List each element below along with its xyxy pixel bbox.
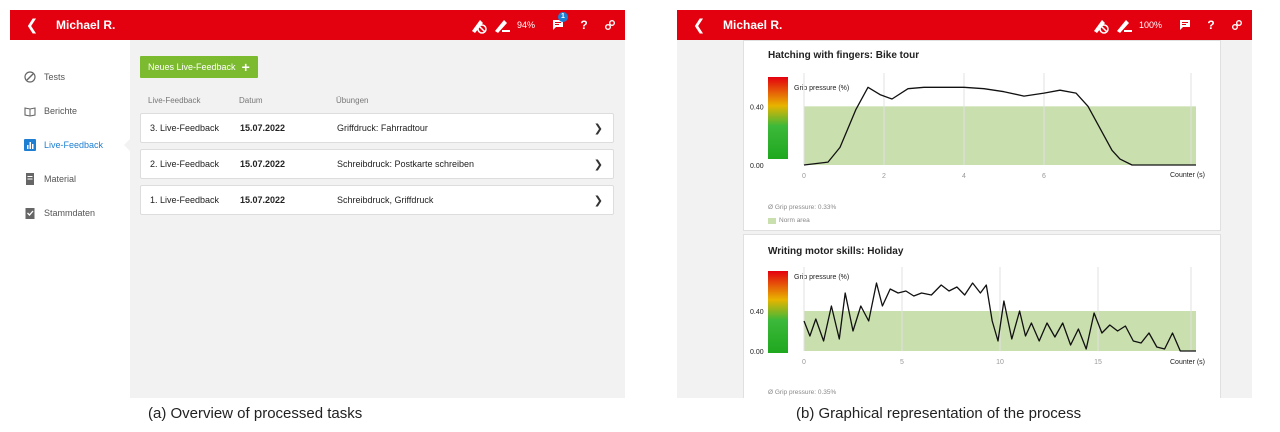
row-label: 2. Live-Feedback [150, 159, 220, 169]
top-bar: ❮ Michael R. 94% 1 ? [10, 10, 625, 40]
link-icon [605, 20, 615, 30]
link-icon [1232, 20, 1242, 30]
caption-a: (a) Overview of processed tasks [148, 405, 363, 422]
messages-button[interactable] [1174, 10, 1196, 40]
y-tick-label: 0.00 [750, 349, 764, 356]
plus-icon: + [241, 59, 250, 75]
sidebar-item-stammdaten[interactable]: Stammdaten [10, 196, 130, 230]
sidebar: Tests Berichte Live-Feedback Material St… [10, 40, 131, 398]
row-date: 15.07.2022 [240, 123, 286, 133]
sidebar-item-label: Stammdaten [44, 208, 96, 218]
column-header-date: Datum [239, 96, 263, 105]
y-axis-label: Grip pressure (%) [794, 274, 849, 281]
clipboard-icon [25, 208, 35, 219]
settings-button[interactable] [599, 10, 621, 40]
row-exercise: Schreibdruck, Griffdruck [337, 195, 434, 205]
norm-area [804, 106, 1196, 165]
chart-title: Hatching with fingers: Bike tour [768, 50, 920, 61]
sidebar-item-material[interactable]: Material [10, 162, 130, 196]
x-tick-label: 2 [882, 173, 886, 180]
x-tick-label: 5 [900, 359, 904, 366]
sidebar-item-live-feedback[interactable]: Live-Feedback [10, 128, 131, 162]
caption-b: (b) Graphical representation of the proc… [796, 405, 1082, 422]
overview-screen: ❮ Michael R. 94% 1 ? Tests Berichte Live… [10, 10, 625, 398]
row-date: 15.07.2022 [240, 195, 286, 205]
legend-label: Norm area [779, 217, 810, 224]
sidebar-item-label: Live-Feedback [44, 140, 104, 150]
x-tick-label: 10 [996, 359, 1004, 366]
sidebar-item-label: Tests [44, 72, 66, 82]
row-exercise: Schreibdruck: Postkarte schreiben [337, 159, 475, 169]
user-name: Michael R. [56, 18, 116, 32]
messages-button[interactable]: 1 [547, 10, 569, 40]
back-icon[interactable]: ❮ [20, 10, 44, 40]
chevron-right-icon: ❯ [593, 158, 603, 171]
book-icon [24, 107, 36, 117]
chart-card-bike-tour: Hatching with fingers: Bike tour Grip pr… [743, 40, 1221, 231]
table-row[interactable]: 1. Live-Feedback 15.07.2022 Schreibdruck… [140, 185, 614, 215]
x-axis-label: Counter (s) [1170, 172, 1205, 179]
pen-battery-icon [1116, 20, 1132, 33]
chevron-right-icon: ❯ [593, 122, 603, 135]
pen-disconnected-icon[interactable] [1091, 16, 1109, 34]
y-axis-label: Grip pressure (%) [794, 85, 849, 92]
help-button[interactable]: ? [1200, 10, 1222, 40]
average-pressure: Ø Grip pressure: 0.35% [768, 389, 837, 396]
sidebar-item-label: Material [44, 174, 77, 184]
top-bar: ❮ Michael R. 100% ? [677, 10, 1252, 40]
bar-chart-icon [24, 139, 36, 151]
chevron-right-icon: ❯ [593, 194, 603, 207]
row-date: 15.07.2022 [240, 159, 286, 169]
sidebar-item-label: Berichte [44, 106, 78, 116]
y-tick-label: 0.40 [750, 309, 764, 316]
sidebar-item-tests[interactable]: Tests [10, 60, 130, 94]
chart-card-holiday: Writing motor skills: Holiday Grip press… [743, 234, 1221, 398]
back-icon[interactable]: ❮ [687, 10, 711, 40]
settings-button[interactable] [1226, 10, 1248, 40]
grip-pressure-chart: Grip pressure (%) Counter (s) 0 5 10 15 0.40… [750, 267, 1205, 366]
row-label: 1. Live-Feedback [150, 195, 220, 205]
table-row[interactable]: 2. Live-Feedback 15.07.2022 Schreibdruck… [140, 149, 614, 179]
x-axis-label: Counter (s) [1170, 359, 1205, 366]
new-live-feedback-button[interactable]: Neues Live-Feedback + [140, 56, 258, 78]
live-feedback-list: Neues Live-Feedback + Live-Feedback Datu… [130, 40, 625, 398]
pressure-color-scale [768, 271, 788, 353]
document-icon [26, 173, 34, 185]
x-tick-label: 0 [802, 359, 806, 366]
process-screen: ❮ Michael R. 100% ? Hatching with finger… [677, 10, 1252, 398]
legend-swatch [768, 217, 776, 224]
y-tick-label: 0.00 [750, 163, 764, 170]
notification-badge: 1 [558, 12, 568, 22]
message-icon [1180, 20, 1190, 30]
average-pressure: Ø Grip pressure: 0.33% [768, 204, 837, 211]
pressure-color-scale [768, 77, 788, 159]
battery-level: 100% [1138, 20, 1162, 30]
column-header-exercises: Übungen [336, 96, 369, 105]
legend-norm-area: Norm area [768, 217, 810, 224]
user-name: Michael R. [723, 18, 783, 32]
help-button[interactable]: ? [573, 10, 595, 40]
row-label: 3. Live-Feedback [150, 123, 220, 133]
x-tick-label: 0 [802, 173, 806, 180]
x-tick-label: 4 [962, 173, 966, 180]
new-button-label: Neues Live-Feedback [148, 62, 236, 72]
pen-battery-icon [494, 20, 510, 33]
chart-title: Writing motor skills: Holiday [768, 246, 904, 257]
pen-disconnected-icon[interactable] [469, 16, 487, 34]
row-exercise: Griffdruck: Fahrradtour [337, 123, 428, 133]
battery-level: 94% [516, 20, 535, 30]
table-row[interactable]: 3. Live-Feedback 15.07.2022 Griffdruck: … [140, 113, 614, 143]
column-header-live-feedback: Live-Feedback [148, 96, 201, 105]
x-tick-label: 6 [1042, 173, 1046, 180]
y-tick-label: 0.40 [750, 104, 764, 111]
x-tick-label: 15 [1094, 359, 1102, 366]
sidebar-item-berichte[interactable]: Berichte [10, 94, 130, 128]
grip-pressure-chart: Grip pressure (%) Counter (s) 0 2 4 6 0.40 0.… [750, 73, 1205, 180]
pen-nib-icon [24, 71, 36, 83]
